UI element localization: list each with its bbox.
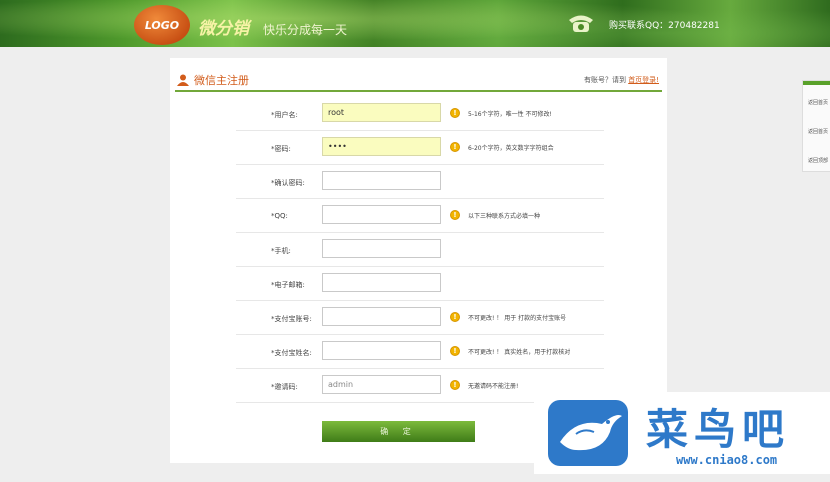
username-hint: 5-16个字符，唯一性 不可修改! (468, 111, 552, 118)
qq-hint: 以下三种联系方式必填一种 (468, 213, 541, 220)
phone-icon (569, 15, 593, 32)
password-hint: 6-20个字符，英文数字字符组合 (468, 145, 554, 152)
warning-icon: ! (450, 380, 460, 390)
alipay-name-label: *支付宝姓名: (271, 349, 312, 357)
login-prompt: 有账号？请到 (583, 76, 626, 84)
side-panel-tab[interactable] (803, 81, 830, 85)
login-link[interactable]: 首页登录! (628, 76, 659, 84)
alipay-account-hint: 不可更改! ！ 用于 打款的支付宝账号 (468, 315, 567, 322)
email-label: *电子邮箱: (271, 281, 305, 289)
side-link-home[interactable]: 返回首页 (808, 99, 828, 106)
title-divider (175, 90, 662, 92)
invite-code-label: *邀请码: (271, 383, 298, 391)
username-input[interactable] (322, 103, 441, 122)
watermark: 菜鸟吧 www.cniao8.com (534, 392, 830, 474)
password-input[interactable] (322, 137, 441, 156)
slogan: 快乐分成每一天 (263, 23, 348, 37)
form-row-password: *密码: ! 6-20个字符，英文数字字符组合 (236, 131, 604, 165)
page-title: 微信主注册 (177, 72, 249, 88)
page-title-text: 微信主注册 (194, 74, 249, 87)
warning-icon: ! (450, 210, 460, 220)
contact-qq: 购买联系QQ：270482281 (609, 21, 720, 31)
side-link-top[interactable]: 返回顶部 (808, 157, 828, 164)
invite-code-hint: 无邀请码不能注册! (468, 383, 519, 390)
qq-input[interactable] (322, 205, 441, 224)
confirm-password-label: *确认密码: (271, 179, 305, 187)
login-hint: 有账号？请到 首页登录! (584, 75, 659, 85)
warning-icon: ! (450, 142, 460, 152)
alipay-name-input[interactable] (322, 341, 441, 360)
username-label: *用户名: (271, 111, 298, 119)
confirm-password-input[interactable] (322, 171, 441, 190)
warning-icon: ! (450, 108, 460, 118)
submit-button[interactable]: 确 定 (322, 421, 475, 442)
side-link-home-2[interactable]: 返回首页 (808, 128, 828, 135)
brand-name: 微分销 (198, 19, 249, 39)
alipay-account-input[interactable] (322, 307, 441, 326)
email-input[interactable] (322, 273, 441, 292)
form-row-username: *用户名: ! 5-16个字符，唯一性 不可修改! (236, 97, 604, 131)
warning-icon: ! (450, 312, 460, 322)
mobile-label: *手机: (271, 247, 291, 255)
mobile-input[interactable] (322, 239, 441, 258)
user-icon (177, 74, 189, 86)
watermark-url: www.cniao8.com (676, 453, 778, 467)
header-banner: LOGO 微分销 快乐分成每一天 购买联系QQ：270482281 (0, 0, 830, 47)
form-row-alipay-name: *支付宝姓名: ! 不可更改! ！ 真实姓名，用于打款核对 (236, 335, 604, 369)
warning-icon: ! (450, 346, 460, 356)
form-row-confirm-password: *确认密码: (236, 165, 604, 199)
alipay-name-hint: 不可更改! ！ 真实姓名，用于打款核对 (468, 349, 571, 356)
password-label: *密码: (271, 145, 291, 153)
bird-logo-icon (548, 400, 628, 466)
invite-code-input[interactable] (322, 375, 441, 394)
logo[interactable]: LOGO (134, 5, 190, 45)
form-row-email: *电子邮箱: (236, 267, 604, 301)
form-row-qq: *QQ: ! 以下三种联系方式必填一种 (236, 199, 604, 233)
form-row-mobile: *手机: (236, 233, 604, 267)
form-row-alipay-account: *支付宝账号: ! 不可更改! ！ 用于 打款的支付宝账号 (236, 301, 604, 335)
watermark-text: 菜鸟吧 (646, 405, 791, 454)
alipay-account-label: *支付宝账号: (271, 315, 312, 323)
qq-label: *QQ: (271, 212, 288, 220)
side-float-panel: 返回首页 返回首页 返回顶部 (802, 80, 830, 172)
